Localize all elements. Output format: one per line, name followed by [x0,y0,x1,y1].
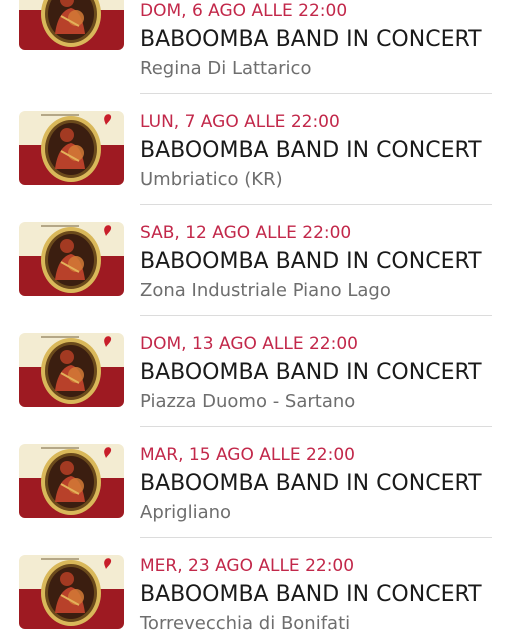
event-poster-thumbnail [19,555,124,629]
event-date: SAB, 12 AGO ALLE 22:00 [140,223,352,243]
event-title: BABOOMBA BAND IN CONCERT [140,360,482,385]
event-row[interactable]: MER, 23 AGO ALLE 22:00 BABOOMBA BAND IN … [0,555,512,640]
event-row[interactable]: MAR, 15 AGO ALLE 22:00 BABOOMBA BAND IN … [0,444,512,555]
event-date: DOM, 6 AGO ALLE 22:00 [140,1,348,21]
event-row[interactable]: SAB, 12 AGO ALLE 22:00 BABOOMBA BAND IN … [0,222,512,333]
event-row[interactable]: LUN, 7 AGO ALLE 22:00 BABOOMBA BAND IN C… [0,111,512,222]
row-divider [140,426,492,427]
event-date: MAR, 15 AGO ALLE 22:00 [140,445,355,465]
event-row[interactable]: DOM, 13 AGO ALLE 22:00 BABOOMBA BAND IN … [0,333,512,444]
event-title: BABOOMBA BAND IN CONCERT [140,582,482,607]
event-date: DOM, 13 AGO ALLE 22:00 [140,334,358,354]
event-location: Torrevecchia di Bonifati [140,613,351,634]
event-location: Umbriatico (KR) [140,169,283,190]
event-location: Piazza Duomo - Sartano [140,391,356,412]
event-title: BABOOMBA BAND IN CONCERT [140,27,482,52]
event-title: BABOOMBA BAND IN CONCERT [140,138,482,163]
row-divider [140,315,492,316]
event-title: BABOOMBA BAND IN CONCERT [140,249,482,274]
row-divider [140,93,492,94]
event-poster-thumbnail [19,444,124,518]
row-divider [140,204,492,205]
event-poster-thumbnail [19,111,124,185]
row-divider [140,537,492,538]
event-location: Regina Di Lattarico [140,58,312,79]
event-title: BABOOMBA BAND IN CONCERT [140,471,482,496]
event-date: MER, 23 AGO ALLE 22:00 [140,556,355,576]
event-row[interactable]: DOM, 6 AGO ALLE 22:00 BABOOMBA BAND IN C… [0,0,512,111]
event-date: LUN, 7 AGO ALLE 22:00 [140,112,340,132]
event-poster-thumbnail [19,0,124,50]
event-poster-thumbnail [19,333,124,407]
event-poster-thumbnail [19,222,124,296]
event-list: DOM, 6 AGO ALLE 22:00 BABOOMBA BAND IN C… [0,0,512,640]
event-location: Aprigliano [140,502,232,523]
event-location: Zona Industriale Piano Lago [140,280,391,301]
